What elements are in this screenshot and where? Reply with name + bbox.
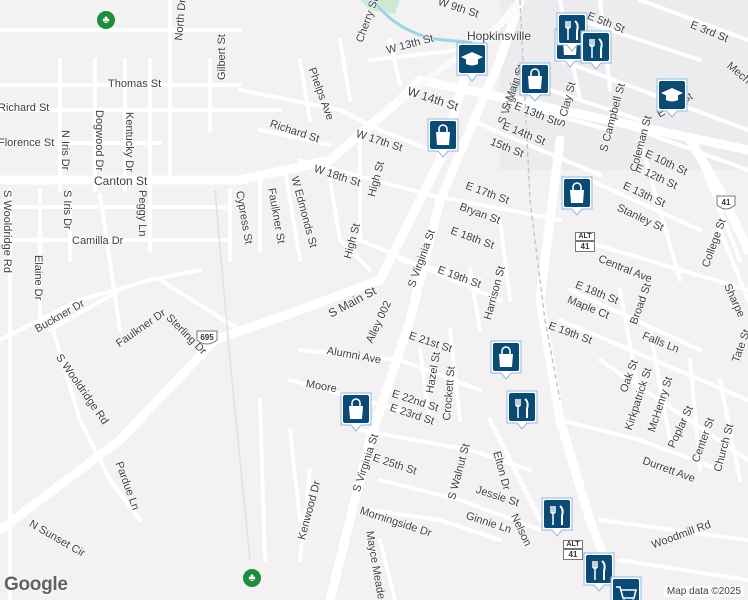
street-label: Camilla Dr — [72, 235, 124, 247]
shopping-marker[interactable] — [427, 118, 459, 158]
school-marker[interactable] — [456, 42, 488, 82]
shopping-marker[interactable] — [610, 576, 642, 600]
park-icon[interactable]: ♣ — [243, 569, 261, 587]
street-label: Elaine Dr — [32, 255, 44, 301]
map-attribution[interactable]: Map data ©2025 — [663, 586, 744, 597]
street-label: Richard St — [0, 102, 50, 114]
park-icon[interactable]: ♣ — [97, 11, 115, 29]
street-label: S Wooldridge Rd — [1, 190, 13, 273]
route-shield-41-alt: ALT 41 — [563, 540, 583, 560]
shopping-marker[interactable] — [490, 340, 522, 380]
route-shield-41-alt: ALT 41 — [575, 232, 595, 252]
city-label: Hopkinsville — [467, 29, 532, 43]
street-label: N Iris Dr — [59, 130, 71, 171]
street-label: Peggy Ln — [136, 190, 148, 237]
street-label: Dogwood Dr — [93, 110, 105, 172]
street-label: Gilbert St — [216, 34, 228, 80]
street-label: Florence St — [0, 137, 55, 149]
restaurant-marker[interactable] — [580, 30, 612, 70]
street-label: Kentucky Dr — [123, 112, 135, 172]
restaurant-marker[interactable] — [506, 390, 538, 430]
street-label: S Iris Dr — [61, 190, 73, 230]
route-shield-41: 41 — [716, 195, 736, 215]
shopping-marker[interactable] — [561, 176, 593, 216]
street-label: Thomas St — [108, 78, 162, 90]
map-canvas[interactable]: ♣ ♣ 695 ALT 41 41 ALT 41 W 9th St Hopkin… — [0, 0, 748, 600]
shopping-marker[interactable] — [519, 62, 551, 102]
restaurant-marker[interactable] — [541, 497, 573, 537]
shopping-marker[interactable] — [340, 392, 372, 432]
school-marker[interactable] — [656, 78, 688, 118]
street-label: Canton St — [94, 174, 148, 188]
google-logo: Google — [4, 574, 68, 595]
